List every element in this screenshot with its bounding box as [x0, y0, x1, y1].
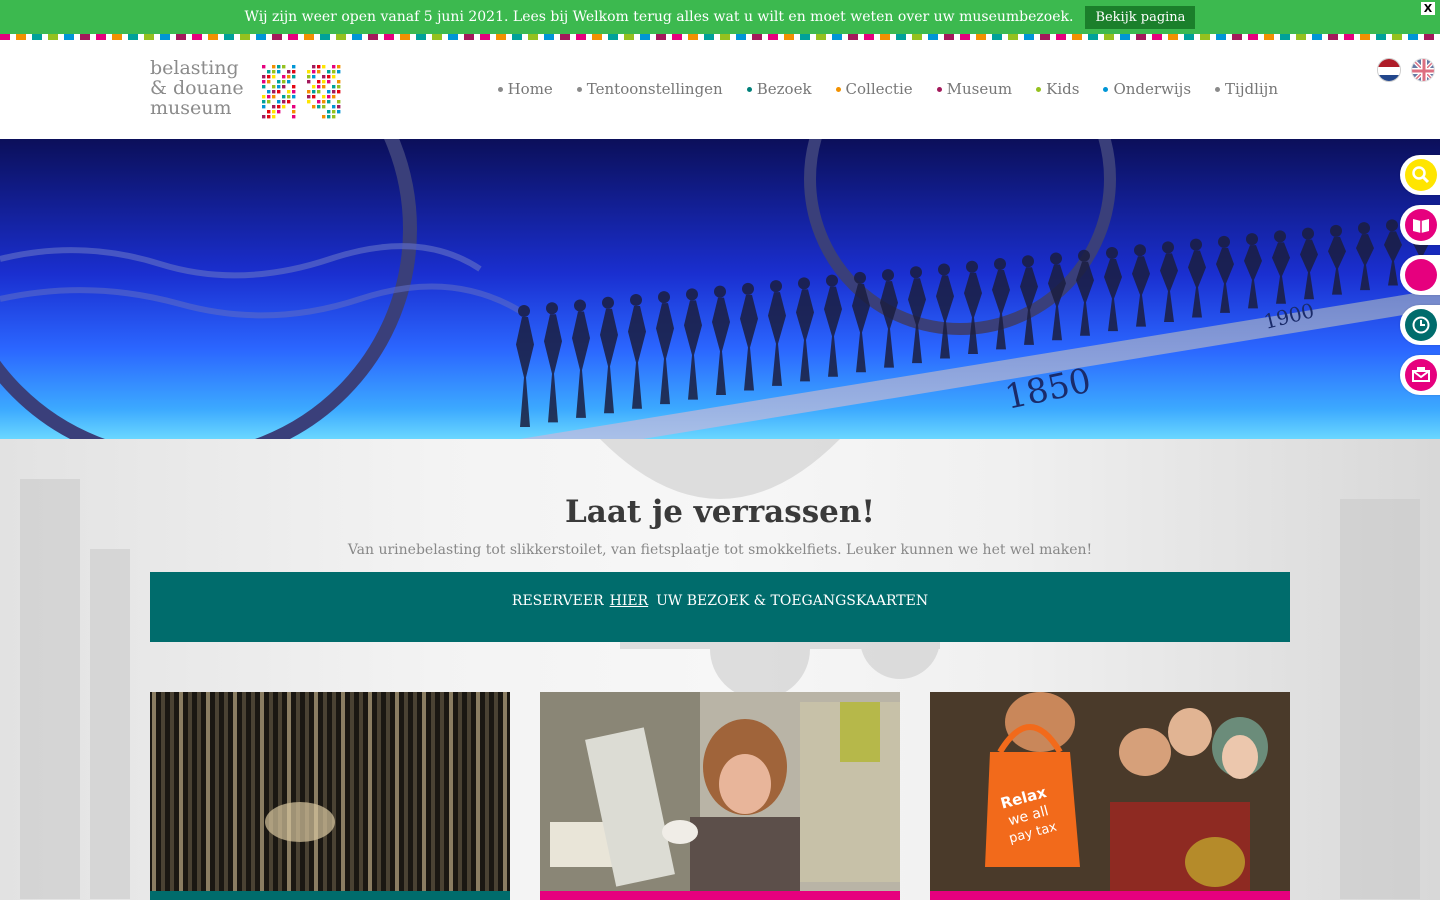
- nav-item-tijdlijn[interactable]: Tijdlijn: [1215, 80, 1278, 98]
- language-switcher: [1377, 58, 1435, 82]
- main-navigation: Home Tentoonstellingen Bezoek Collectie …: [497, 80, 1278, 98]
- main-content: Laat je verrassen! Van urinebelasting to…: [0, 439, 1440, 900]
- logo-wordmark: belasting & douane museum: [150, 58, 244, 118]
- nav-item-tentoonstellingen[interactable]: Tentoonstellingen: [576, 80, 723, 98]
- feature-card-painting[interactable]: Relax we all pay tax: [930, 692, 1290, 900]
- nav-label: Bezoek: [756, 80, 812, 98]
- nav-dot-icon: [1215, 86, 1221, 92]
- nav-label: Kids: [1046, 80, 1080, 98]
- reserve-suffix: UW BEZOEK & TOEGANGSKAARTEN: [656, 593, 929, 609]
- close-announcement-button[interactable]: X: [1421, 2, 1435, 15]
- card-color-bar: [150, 891, 510, 900]
- nav-dot-icon: [1036, 86, 1042, 92]
- logo-line-2: & douane: [150, 77, 244, 99]
- painting-relax-bag-image: Relax we all pay tax: [930, 692, 1290, 891]
- side-quick-links: [1400, 155, 1440, 395]
- museum-logo[interactable]: belasting & douane museum: [150, 58, 350, 124]
- side-info-button[interactable]: [1400, 255, 1440, 295]
- side-hours-button[interactable]: [1400, 305, 1440, 345]
- card-color-bar: [540, 891, 900, 900]
- nav-item-kids[interactable]: Kids: [1036, 80, 1079, 98]
- page-tagline: Van urinebelasting tot slikkerstoilet, v…: [347, 542, 1093, 558]
- hero-illustration: 1850 1900: [0, 139, 1440, 439]
- search-icon: [1405, 159, 1437, 191]
- lions-logo-icon: [262, 65, 341, 119]
- reserve-here-link[interactable]: HIER: [610, 593, 649, 642]
- nav-dot-icon: [936, 86, 942, 92]
- nav-item-collectie[interactable]: Collectie: [835, 80, 913, 98]
- view-page-button[interactable]: Bekijk pagina: [1085, 5, 1196, 29]
- side-search-button[interactable]: [1400, 155, 1440, 195]
- reserve-banner: RESERVEER HIER UW BEZOEK & TOEGANGSKAART…: [150, 572, 1290, 642]
- feature-card-kids[interactable]: [540, 692, 900, 900]
- nav-item-home[interactable]: Home: [497, 80, 553, 98]
- side-newsletter-button[interactable]: [1400, 355, 1440, 395]
- mail-icon: [1405, 359, 1437, 391]
- side-book-button[interactable]: [1400, 205, 1440, 245]
- nav-label: Tentoonstellingen: [586, 80, 723, 98]
- page-headline: Laat je verrassen!: [564, 494, 876, 530]
- nav-dot-icon: [1103, 86, 1109, 92]
- girl-writing-image: [540, 692, 900, 891]
- nav-dot-icon: [497, 86, 503, 92]
- nav-dot-icon: [746, 86, 752, 92]
- circle-icon: [1405, 259, 1437, 291]
- announcement-text: Wij zijn weer open vanaf 5 juni 2021. Le…: [244, 9, 1074, 25]
- nav-label: Onderwijs: [1113, 80, 1192, 98]
- reserve-prefix: RESERVEER: [511, 593, 604, 609]
- nav-dot-icon: [835, 86, 841, 92]
- announcement-bar: Wij zijn weer open vanaf 5 juni 2021. Le…: [0, 0, 1440, 34]
- logo-line-1: belasting: [150, 57, 239, 79]
- clock-icon: [1405, 309, 1437, 341]
- feature-card-installation[interactable]: [150, 692, 510, 900]
- nav-label: Museum: [946, 80, 1013, 98]
- nav-item-museum[interactable]: Museum: [936, 80, 1013, 98]
- nav-item-bezoek[interactable]: Bezoek: [746, 80, 812, 98]
- site-header: belasting & douane museum Home Tentoonst…: [0, 40, 1440, 139]
- book-icon: [1405, 209, 1437, 241]
- nl-flag-icon[interactable]: [1377, 58, 1401, 82]
- feature-cards: Relax we all pay tax: [150, 692, 1290, 900]
- nav-label: Collectie: [845, 80, 913, 98]
- nav-dot-icon: [576, 86, 582, 92]
- nav-item-onderwijs[interactable]: Onderwijs: [1103, 80, 1191, 98]
- nav-label: Tijdlijn: [1225, 80, 1278, 98]
- nav-label: Home: [507, 80, 553, 98]
- hero-banner-image: 1850 1900: [0, 139, 1440, 439]
- en-flag-icon[interactable]: [1411, 58, 1435, 82]
- card-color-bar: [930, 891, 1290, 900]
- dark-installation-image: [150, 692, 510, 891]
- logo-line-3: museum: [150, 97, 232, 119]
